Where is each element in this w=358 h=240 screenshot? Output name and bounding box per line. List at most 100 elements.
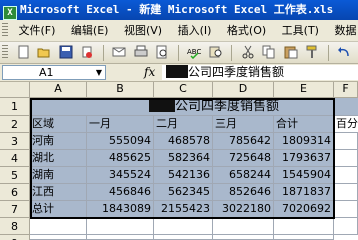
table-cell[interactable]: 485625 [87,150,154,167]
copy-icon[interactable] [261,45,277,61]
row-header-1[interactable]: 1 [0,98,30,116]
header-cell-feb[interactable]: 二月 [154,116,213,133]
table-cell[interactable] [334,218,358,235]
header-cell-percent[interactable]: 百分 [334,116,358,133]
table-cell[interactable] [274,218,334,235]
table-cell[interactable]: 852646 [213,184,274,201]
cut-icon[interactable] [240,45,256,61]
table-cell[interactable]: 江西 [30,184,87,201]
table-cell[interactable] [87,218,154,235]
table-cell[interactable]: 345524 [87,167,154,184]
menu-format[interactable]: 格式(O) [222,20,273,41]
table-cell[interactable]: 湖南 [30,167,87,184]
table-cell[interactable] [213,218,274,235]
column-header-a[interactable]: A [30,82,87,98]
column-header-e[interactable]: E [274,82,334,98]
sheet-title-cell[interactable]: 公司四季度销售额 [30,98,358,116]
name-box-dropdown-icon[interactable]: ▼ [96,66,102,79]
table-cell[interactable] [334,184,358,201]
table-cell[interactable]: 河南 [30,133,87,150]
header-cell-region[interactable]: 区域 [30,116,87,133]
row-header-7[interactable]: 7 [0,201,30,218]
row-header-2[interactable]: 2 [0,116,30,133]
table-cell[interactable] [30,218,87,235]
standard-toolbar: ABC [0,42,358,64]
row-header-5[interactable]: 5 [0,167,30,184]
formula-content: 公司四季度销售额 [188,65,285,79]
open-icon[interactable] [36,45,52,61]
header-cell-jan[interactable]: 一月 [87,116,154,133]
research-icon[interactable] [208,45,224,61]
spelling-icon[interactable]: ABC [186,45,202,61]
sheet-title: 公司四季度销售额 [174,99,279,114]
table-cell[interactable] [87,235,154,240]
table-cell[interactable]: 582364 [154,150,213,167]
table-cell[interactable]: 1545904 [274,167,334,184]
print-icon[interactable] [133,45,149,61]
name-box[interactable]: A1 ▼ [2,65,106,80]
table-cell[interactable]: 725648 [213,150,274,167]
table-cell[interactable]: 555094 [87,133,154,150]
row-header-3[interactable]: 3 [0,133,30,150]
menu-edit[interactable]: 编辑(E) [66,20,116,41]
row-header-4[interactable]: 4 [0,150,30,167]
worksheet-grid: A B C D E F 1 2 3 4 5 6 7 8 9 公司四季度销售额 区… [0,82,358,240]
table-cell[interactable]: 2155423 [154,201,213,218]
insert-function-icon[interactable]: fx [144,64,155,81]
menu-tools[interactable]: 工具(T) [277,20,326,41]
formula-bar: A1 ▼ fx 公司四季度销售额 [0,64,358,82]
table-cell[interactable]: 468578 [154,133,213,150]
table-cell[interactable] [334,133,358,150]
table-cell[interactable]: 658244 [213,167,274,184]
select-all-corner[interactable] [0,82,30,98]
toolbar-grip-icon [2,45,8,59]
svg-text:ABC: ABC [187,48,201,56]
toolbar-separator [177,45,179,61]
permission-icon[interactable] [79,45,95,61]
table-cell[interactable]: 785642 [213,133,274,150]
menu-insert[interactable]: 插入(I) [173,20,219,41]
table-cell[interactable]: 1843089 [87,201,154,218]
table-cell[interactable] [154,218,213,235]
new-icon[interactable] [15,45,31,61]
print-preview-icon[interactable] [154,45,170,61]
row-header-9[interactable]: 9 [0,235,30,240]
table-cell[interactable] [274,235,334,240]
table-cell[interactable]: 456846 [87,184,154,201]
table-cell[interactable]: 1809314 [274,133,334,150]
row-header-8[interactable]: 8 [0,218,30,235]
table-cell[interactable]: 总计 [30,201,87,218]
row-header-6[interactable]: 6 [0,184,30,201]
menu-file[interactable]: 文件(F) [14,20,63,41]
table-cell[interactable] [334,150,358,167]
column-header-b[interactable]: B [87,82,154,98]
save-icon[interactable] [58,45,74,61]
column-header-f[interactable]: F [334,82,358,98]
column-header-c[interactable]: C [154,82,213,98]
table-cell[interactable]: 7020692 [274,201,334,218]
excel-app-icon: X [3,6,17,20]
menu-bar: 文件(F) 编辑(E) 视图(V) 插入(I) 格式(O) 工具(T) 数据 [0,20,358,42]
table-cell[interactable]: 1871837 [274,184,334,201]
header-cell-total[interactable]: 合计 [274,116,334,133]
table-cell[interactable] [334,201,358,218]
format-painter-icon[interactable] [304,45,320,61]
table-cell[interactable]: 562345 [154,184,213,201]
table-cell[interactable]: 542136 [154,167,213,184]
column-header-d[interactable]: D [213,82,274,98]
undo-icon[interactable] [336,45,352,61]
table-cell[interactable]: 湖北 [30,150,87,167]
table-cell[interactable]: 1793637 [274,150,334,167]
table-cell[interactable] [334,167,358,184]
paste-icon[interactable] [283,45,299,61]
table-cell[interactable] [154,235,213,240]
email-icon[interactable] [111,45,127,61]
table-cell[interactable] [30,235,87,240]
table-cell[interactable]: 3022180 [213,201,274,218]
formula-input[interactable]: 公司四季度销售额 [162,65,358,80]
table-cell[interactable] [213,235,274,240]
menu-data[interactable]: 数据 [329,20,358,41]
menu-view[interactable]: 视图(V) [119,20,169,41]
toolbar-separator [327,45,329,61]
header-cell-mar[interactable]: 三月 [213,116,274,133]
